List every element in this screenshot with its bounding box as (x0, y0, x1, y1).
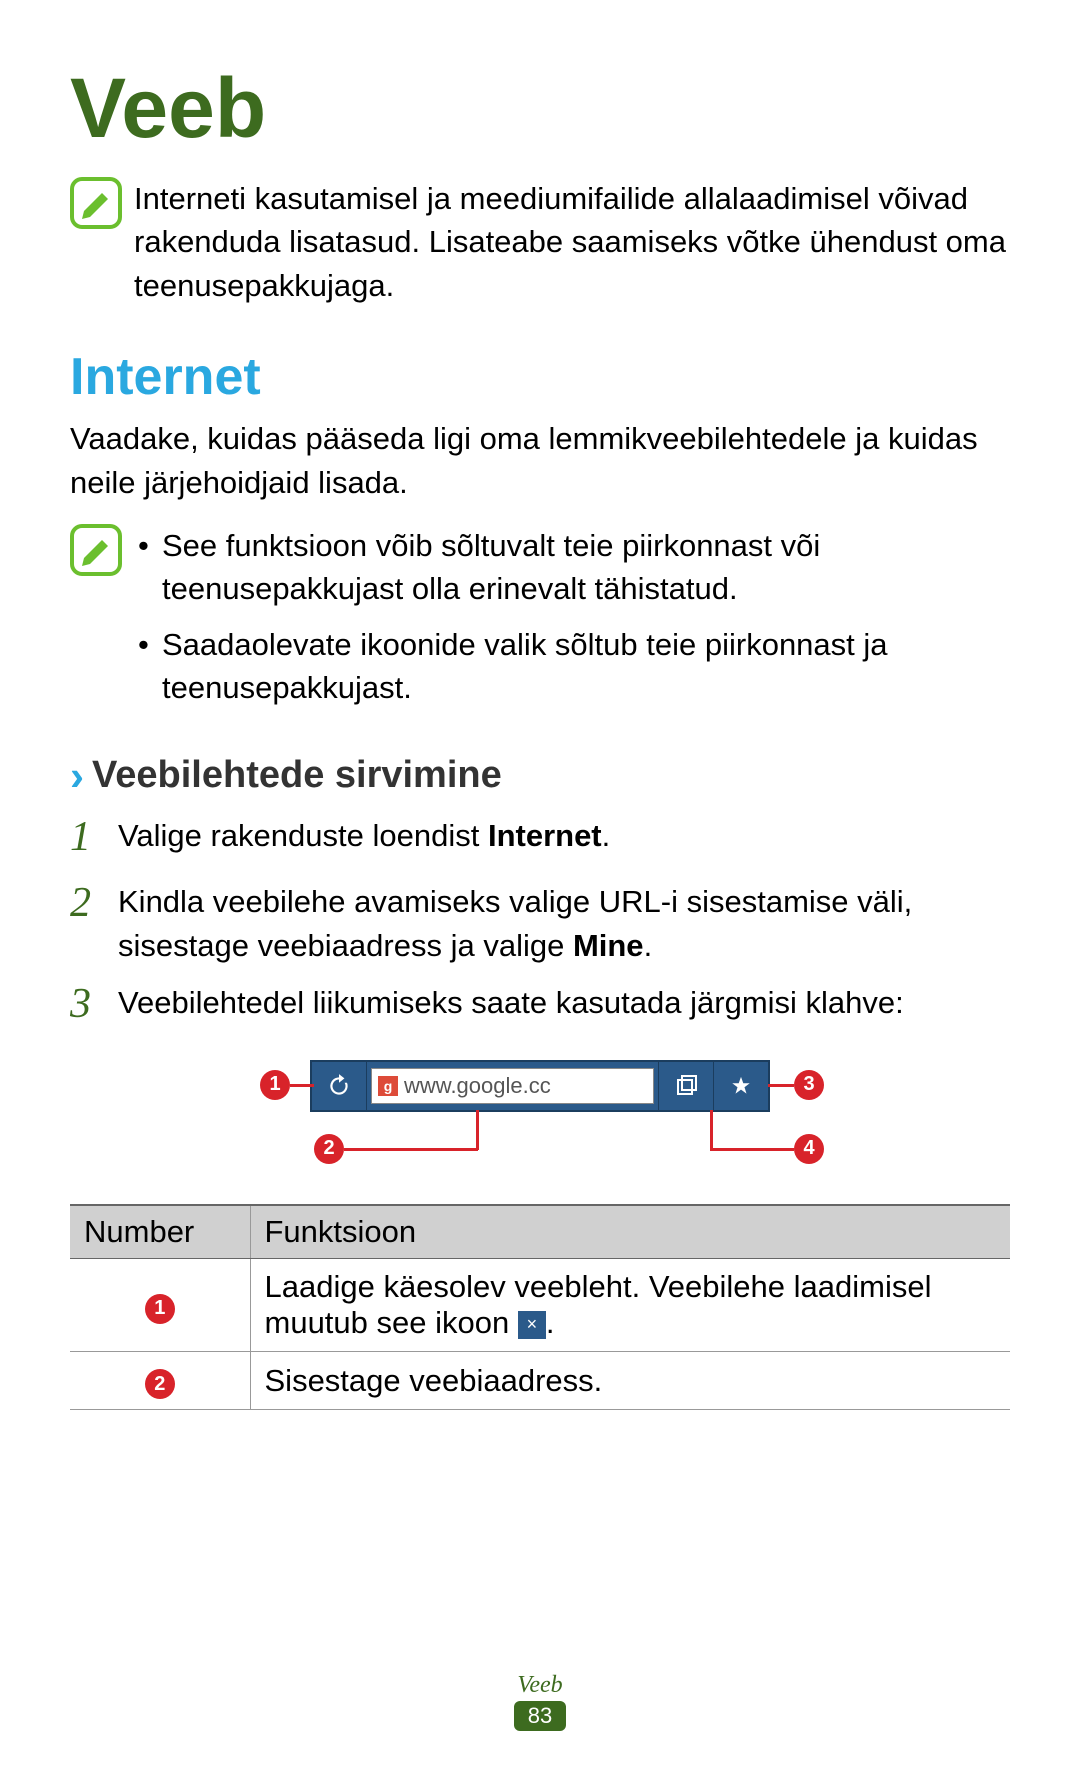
page-footer: Veeb 83 (0, 1672, 1080, 1731)
page-number-badge: 83 (514, 1701, 566, 1731)
callout-marker-1: 1 (260, 1070, 290, 1100)
url-text: www.google.cc (404, 1073, 551, 1099)
callout-line (768, 1084, 794, 1087)
section-note-block: See funktsioon võib sõltuvalt teie piirk… (70, 524, 1010, 722)
callout-line (476, 1110, 479, 1150)
table-header-function: Funktsioon (250, 1205, 1010, 1259)
figure-inner: g www.google.cc 1 2 3 4 (220, 1054, 860, 1174)
note-icon (70, 177, 126, 229)
table-row: 1 Laadige käesolev veebleht. Veebilehe l… (70, 1258, 1010, 1351)
reload-button[interactable] (312, 1062, 366, 1110)
table-header-number: Number (70, 1205, 250, 1259)
callout-line (710, 1148, 794, 1151)
chevron-icon: › (70, 752, 84, 800)
step-number: 2 (70, 874, 118, 933)
step-1: 1 Valige rakenduste loendist Internet. (70, 808, 1010, 867)
bookmarks-button[interactable] (714, 1062, 768, 1110)
note-icon (70, 524, 126, 576)
footer-section-name: Veeb (0, 1672, 1080, 1699)
close-icon: × (518, 1311, 546, 1339)
top-note-text: Interneti kasutamisel ja meediumifailide… (134, 177, 1010, 307)
section-heading: Internet (70, 347, 1010, 407)
browser-toolbar: g www.google.cc (310, 1060, 770, 1112)
callout-line (344, 1148, 478, 1151)
function-table: Number Funktsioon 1 Laadige käesolev vee… (70, 1204, 1010, 1411)
table-cell-marker: 2 (70, 1351, 250, 1410)
callout-marker-4: 4 (794, 1134, 824, 1164)
browser-bar-figure: g www.google.cc 1 2 3 4 (70, 1054, 1010, 1174)
callout-line (290, 1084, 314, 1087)
table-cell-marker: 1 (70, 1258, 250, 1351)
page-title: Veeb (70, 60, 1010, 157)
note-bullet-1: See funktsioon võib sõltuvalt teie piirk… (134, 524, 1010, 611)
step-body: Veebilehtedel liikumiseks saate kasutada… (118, 975, 1010, 1024)
step-number: 1 (70, 808, 118, 867)
row-marker-1: 1 (145, 1294, 175, 1324)
table-cell-text: Sisestage veebiaadress. (250, 1351, 1010, 1410)
subsection-title: Veebilehtede sirvimine (92, 754, 502, 797)
section-description: Vaadake, kuidas pääseda ligi oma lemmikv… (70, 417, 1010, 504)
callout-marker-2: 2 (314, 1134, 344, 1164)
url-input[interactable]: g www.google.cc (371, 1068, 654, 1104)
step-2: 2 Kindla veebilehe avamiseks valige URL-… (70, 874, 1010, 967)
table-header-row: Number Funktsioon (70, 1205, 1010, 1259)
note-bullet-2: Saadaolevate ikoonide valik sõltub teie … (134, 623, 1010, 710)
page: Veeb Interneti kasutamisel ja meediumifa… (0, 0, 1080, 1771)
callout-line (710, 1110, 713, 1150)
windows-button[interactable] (659, 1062, 713, 1110)
separator (366, 1062, 367, 1110)
table-row: 2 Sisestage veebiaadress. (70, 1351, 1010, 1410)
step-body: Kindla veebilehe avamiseks valige URL-i … (118, 874, 1010, 967)
step-3: 3 Veebilehtedel liikumiseks saate kasuta… (70, 975, 1010, 1034)
step-body: Valige rakenduste loendist Internet. (118, 808, 1010, 857)
top-note-block: Interneti kasutamisel ja meediumifailide… (70, 177, 1010, 307)
table-cell-text: Laadige käesolev veebleht. Veebilehe laa… (250, 1258, 1010, 1351)
step-number: 3 (70, 975, 118, 1034)
favicon-icon: g (378, 1076, 398, 1096)
callout-marker-3: 3 (794, 1070, 824, 1100)
steps-list: 1 Valige rakenduste loendist Internet. 2… (70, 808, 1010, 1034)
section-note-content: See funktsioon võib sõltuvalt teie piirk… (134, 524, 1010, 722)
subsection-heading: › Veebilehtede sirvimine (70, 752, 1010, 800)
row-marker-2: 2 (145, 1369, 175, 1399)
note-bullet-list: See funktsioon võib sõltuvalt teie piirk… (134, 524, 1010, 710)
